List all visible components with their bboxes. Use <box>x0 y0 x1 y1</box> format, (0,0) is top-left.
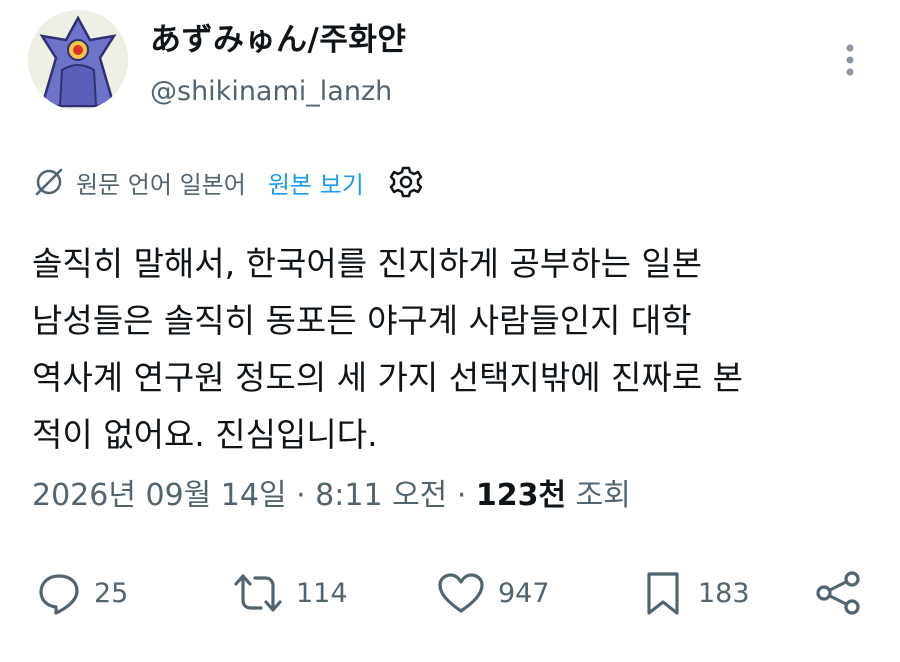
views-label: 조회 <box>566 478 631 513</box>
bookmark-icon <box>647 572 679 615</box>
more-vertical-icon <box>846 44 854 76</box>
tweet-text: 솔직히 말해서, 한국어를 진지하게 공부하는 일본 남성들은 솔직히 동포든 … <box>32 235 872 463</box>
retweet-count: 114 <box>296 577 348 609</box>
share-button[interactable] <box>814 568 864 618</box>
like-button[interactable]: 947 <box>436 568 550 618</box>
tweet-line: 적이 없어요. 진심입니다. <box>32 415 378 454</box>
tweet-datetime[interactable]: 2026년 09월 14일 · 8:11 오전 · <box>32 478 476 513</box>
tweet-line: 솔직히 말해서, 한국어를 진지하게 공부하는 일본 <box>32 244 703 283</box>
tweet-meta: 2026년 09월 14일 · 8:11 오전 · 123천 조회 <box>32 470 631 514</box>
avatar[interactable] <box>28 10 128 110</box>
heart-icon <box>438 573 484 613</box>
retweet-icon <box>234 574 282 612</box>
user-handle[interactable]: @shikinami_lanzh <box>150 76 392 107</box>
translate-slash-icon <box>35 168 63 196</box>
display-name[interactable]: あずみゅん/주화얀 <box>150 14 406 59</box>
tweet-line: 역사계 연구원 정도의 세 가지 선택지밖에 진짜로 본 <box>32 358 743 397</box>
reply-icon <box>39 574 79 615</box>
gear-icon[interactable] <box>388 164 424 200</box>
views-count[interactable]: 123천 <box>476 478 566 513</box>
like-count: 947 <box>498 577 550 609</box>
retweet-button[interactable]: 114 <box>232 568 348 618</box>
avatar-image <box>28 10 128 110</box>
tweet-line: 남성들은 솔직히 동포든 야구계 사람들인지 대학 <box>32 301 692 340</box>
translation-bar: 원문 언어 일본어 원본 보기 <box>32 160 424 204</box>
reply-button[interactable]: 25 <box>36 568 128 618</box>
bookmark-count: 183 <box>698 577 750 609</box>
translation-label: 원문 언어 일본어 <box>76 170 246 199</box>
show-original-link[interactable]: 원본 보기 <box>268 165 364 200</box>
more-button[interactable] <box>838 40 862 80</box>
share-icon <box>816 571 860 615</box>
action-bar: 25 114 947 183 <box>36 568 876 618</box>
reply-count: 25 <box>94 577 129 609</box>
bookmark-button[interactable]: 183 <box>640 568 750 618</box>
